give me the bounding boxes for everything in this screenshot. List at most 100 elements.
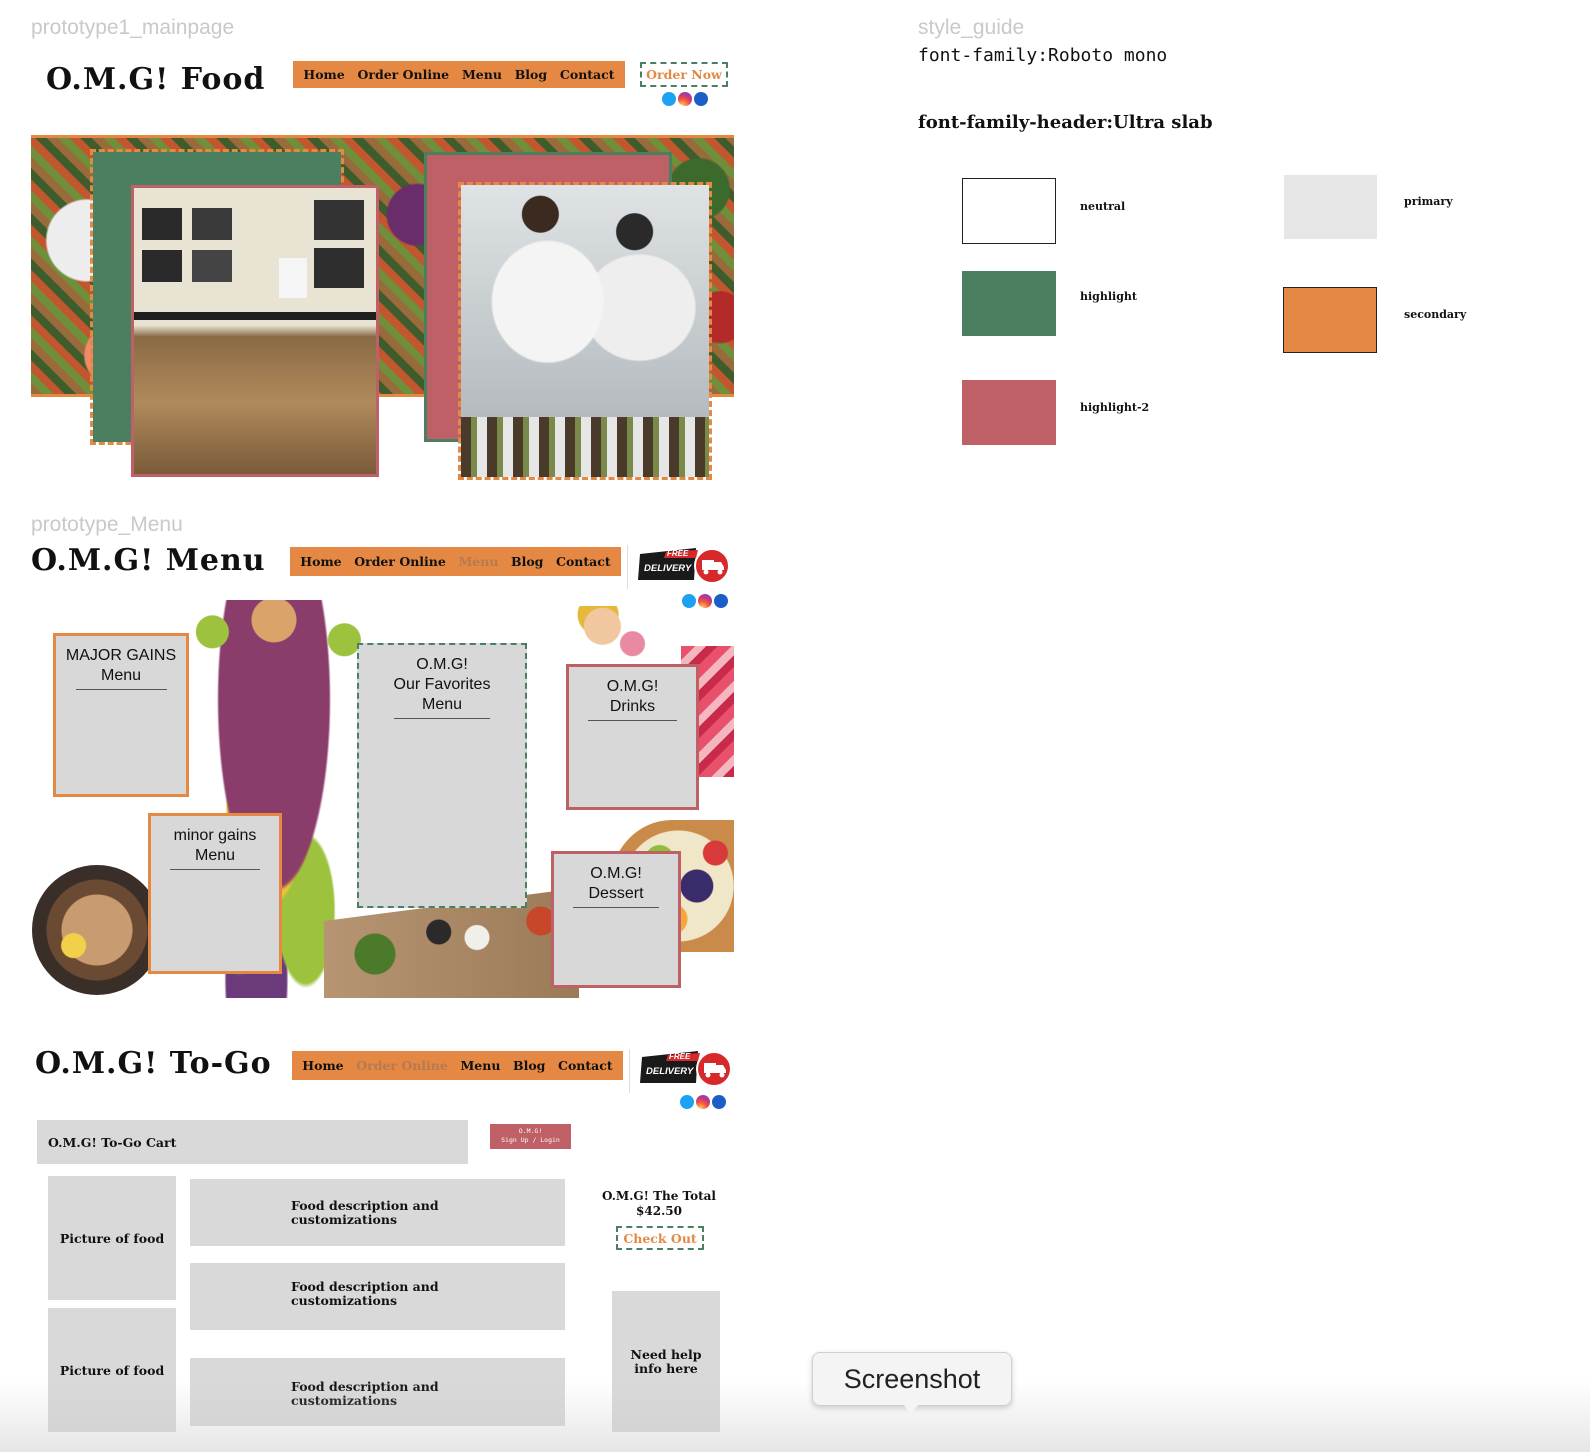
swatch-neutral [962, 178, 1056, 244]
signup-brand-text: O.M.G! [518, 1127, 543, 1135]
food-description-line2: customizations [291, 1393, 398, 1408]
twitter-icon[interactable] [680, 1095, 694, 1109]
help-line2: info here [634, 1360, 698, 1376]
facebook-icon[interactable] [694, 92, 708, 106]
order-now-button[interactable]: Order Now [640, 62, 728, 87]
menu-nav-bar: Home Order Online Menu Blog Contact [290, 547, 621, 576]
nav-order-online[interactable]: Order Online [354, 554, 446, 569]
nav-order-online-active[interactable]: Order Online [356, 1058, 448, 1073]
delivery-free-text: FREE [669, 1052, 691, 1061]
delivery-label-text: DELIVERY [644, 563, 692, 574]
screenshot-tooltip: Screenshot [812, 1352, 1012, 1406]
food-description-box[interactable]: Food description and customizations [190, 1358, 565, 1426]
minor-gains-title: minor gains [173, 827, 257, 844]
food-description-line1: Food description and [291, 1198, 439, 1213]
total-label: O.M.G! The Total [602, 1189, 716, 1203]
card-divider [75, 689, 167, 690]
free-delivery-badge[interactable]: FREE DELIVERY [638, 1049, 732, 1087]
main-social-icons [662, 92, 708, 106]
card-divider [170, 869, 260, 870]
free-delivery-badge[interactable]: FREE DELIVERY [636, 546, 730, 584]
card-divider [572, 907, 660, 908]
favorites-menu-word: Menu [421, 696, 463, 713]
nav-menu[interactable]: Menu [462, 67, 502, 82]
togo-header-divider [629, 1049, 630, 1093]
minor-gains-subtitle: Menu [194, 847, 236, 864]
food-description-box[interactable]: Food description and customizations [190, 1179, 565, 1246]
nav-home[interactable]: Home [302, 1058, 343, 1073]
dessert-menu-card[interactable]: O.M.G! Dessert [551, 851, 681, 988]
nav-blog[interactable]: Blog [511, 554, 543, 569]
swatch-label-highlight: highlight [1080, 290, 1137, 303]
style-font-family: font-family:Roboto mono [918, 45, 1168, 66]
nav-contact[interactable]: Contact [558, 1058, 613, 1073]
drinks-menu-card[interactable]: O.M.G! Drinks [566, 664, 699, 810]
food-description-line1: Food description and [291, 1279, 439, 1294]
signup-login-text: Sign Up / Login [501, 1136, 560, 1144]
nav-order-online[interactable]: Order Online [358, 67, 450, 82]
chefs-plating-photo [458, 182, 712, 480]
swatch-highlight-2 [962, 380, 1056, 445]
frame-label-main: prototype1_mainpage [31, 16, 235, 39]
togo-social-icons [680, 1095, 726, 1109]
delivery-label-text: DELIVERY [646, 1066, 694, 1077]
favorites-title: O.M.G! [416, 656, 468, 673]
fish-dish-photo [32, 865, 162, 995]
swatch-highlight [962, 271, 1056, 336]
pinup-girl-illustration [568, 606, 654, 664]
food-description-box[interactable]: Food description and customizations [190, 1263, 565, 1330]
togo-nav-bar: Home Order Online Menu Blog Contact [292, 1051, 623, 1080]
drinks-title: O.M.G! [606, 678, 659, 695]
favorites-menu-card[interactable]: O.M.G! Our Favorites Menu [357, 643, 527, 908]
help-info-box[interactable]: Need help info here [612, 1291, 720, 1432]
menu-header-divider [627, 545, 628, 589]
card-divider [393, 718, 491, 719]
minor-gains-menu-card[interactable]: minor gains Menu [148, 813, 282, 974]
swatch-primary [1284, 175, 1377, 239]
nav-contact[interactable]: Contact [560, 67, 615, 82]
nav-home[interactable]: Home [303, 67, 344, 82]
swatch-label-primary: primary [1404, 195, 1453, 208]
swatch-label-secondary: secondary [1404, 308, 1467, 321]
food-description-line1: Food description and [291, 1379, 439, 1394]
main-brand-title: O.M.G! Food [46, 62, 266, 97]
menu-social-icons [682, 594, 728, 608]
drinks-subtitle: Drinks [609, 698, 656, 715]
major-gains-title: MAJOR GAINS [65, 647, 177, 664]
total-value: $42.50 [636, 1204, 682, 1218]
style-font-header: font-family-header:Ultra slab [918, 112, 1213, 133]
facebook-icon[interactable] [712, 1095, 726, 1109]
checkout-button[interactable]: Check Out [616, 1226, 704, 1250]
instagram-icon[interactable] [678, 92, 692, 106]
signup-login-button[interactable]: O.M.G! Sign Up / Login [490, 1124, 571, 1149]
dessert-subtitle: Dessert [588, 885, 644, 902]
frame-label-style-guide: style_guide [918, 16, 1025, 39]
instagram-icon[interactable] [698, 594, 712, 608]
nav-contact[interactable]: Contact [556, 554, 611, 569]
nav-menu-active[interactable]: Menu [458, 554, 498, 569]
food-picture-placeholder: Picture of food [48, 1308, 176, 1432]
menu-brand-title: O.M.G! Menu [31, 543, 266, 578]
togo-cart-bar[interactable]: O.M.G! To-Go Cart [37, 1120, 468, 1164]
favorites-subtitle: Our Favorites [393, 676, 491, 693]
nav-blog[interactable]: Blog [513, 1058, 545, 1073]
nav-home[interactable]: Home [300, 554, 341, 569]
total-summary: O.M.G! The Total $42.50 [597, 1189, 721, 1219]
twitter-icon[interactable] [682, 594, 696, 608]
tooltip-pointer [902, 1403, 920, 1414]
main-nav-bar: Home Order Online Menu Blog Contact [293, 61, 625, 88]
dessert-title: O.M.G! [590, 865, 642, 882]
nav-blog[interactable]: Blog [515, 67, 547, 82]
help-line1: Need help [630, 1346, 702, 1362]
food-description-line2: customizations [291, 1293, 398, 1308]
swatch-label-neutral: neutral [1080, 200, 1126, 213]
food-description-line2: customizations [291, 1212, 398, 1227]
facebook-icon[interactable] [714, 594, 728, 608]
major-gains-menu-card[interactable]: MAJOR GAINS Menu [53, 633, 189, 797]
togo-brand-title: O.M.G! To-Go [35, 1046, 272, 1081]
instagram-icon[interactable] [696, 1095, 710, 1109]
nav-menu[interactable]: Menu [460, 1058, 500, 1073]
delivery-free-text: FREE [667, 549, 689, 558]
twitter-icon[interactable] [662, 92, 676, 106]
swatch-label-highlight-2: highlight-2 [1080, 401, 1150, 414]
